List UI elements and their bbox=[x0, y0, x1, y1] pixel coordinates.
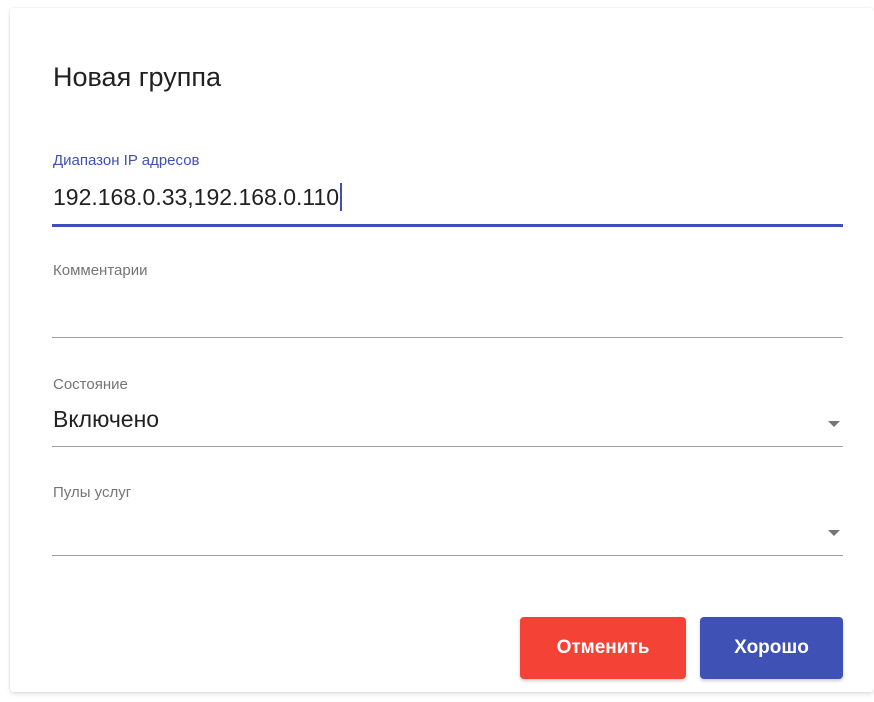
state-underline bbox=[52, 446, 843, 447]
service-pools-underline bbox=[52, 555, 843, 556]
comments-underline bbox=[52, 337, 843, 338]
ip-range-field[interactable]: Диапазон IP адресов 192.168.0.33,192.168… bbox=[52, 150, 843, 230]
dropdown-arrow-icon[interactable] bbox=[828, 530, 840, 536]
state-selected-value: Включено bbox=[53, 406, 160, 432]
dropdown-arrow-icon[interactable] bbox=[828, 421, 840, 427]
ip-range-input[interactable]: 192.168.0.33,192.168.0.110 bbox=[53, 182, 343, 211]
state-select[interactable]: Состояние Включено bbox=[52, 374, 843, 454]
ip-range-underline bbox=[52, 224, 843, 227]
ok-button[interactable]: Хорошо bbox=[700, 617, 843, 679]
state-label: Состояние bbox=[53, 376, 128, 393]
cancel-button[interactable]: Отменить bbox=[520, 617, 686, 679]
new-group-dialog: Новая группа Диапазон IP адресов 192.168… bbox=[10, 8, 874, 692]
ip-range-label: Диапазон IP адресов bbox=[53, 152, 200, 169]
text-caret bbox=[340, 182, 343, 211]
dialog-title: Новая группа bbox=[53, 62, 222, 92]
ip-range-value: 192.168.0.33,192.168.0.110 bbox=[53, 184, 340, 210]
comments-field[interactable]: Комментарии bbox=[52, 260, 843, 340]
comments-label: Комментарии bbox=[53, 262, 148, 279]
service-pools-label: Пулы услуг bbox=[53, 484, 132, 501]
service-pools-select[interactable]: Пулы услуг bbox=[52, 482, 843, 562]
